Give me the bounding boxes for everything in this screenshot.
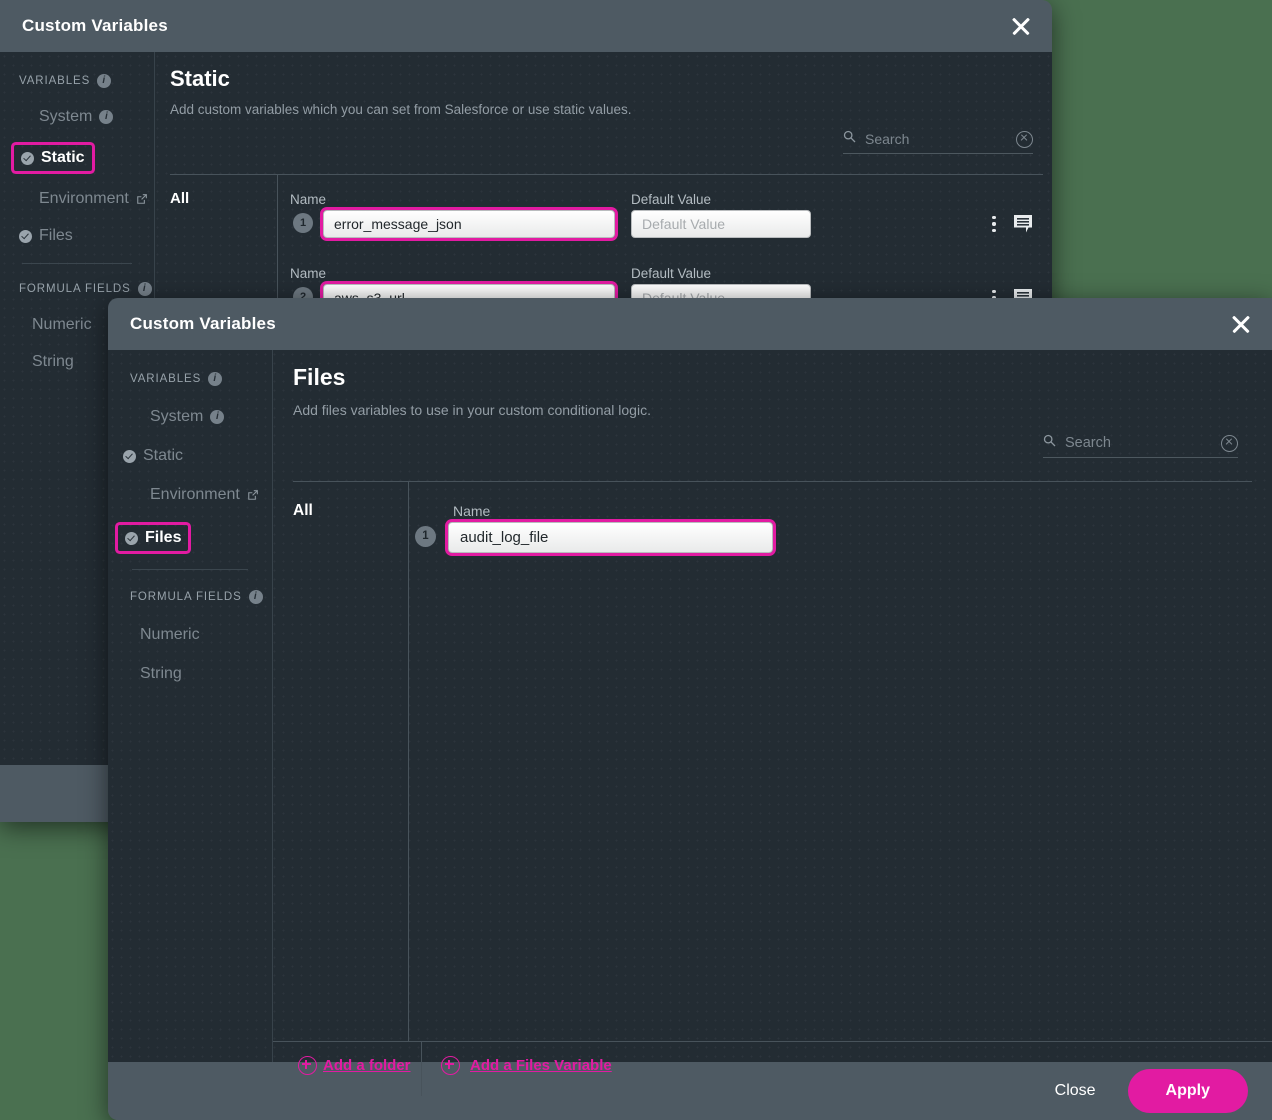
clear-search-icon[interactable]: [1016, 131, 1033, 148]
sidebar-group-variables: VARIABLES i: [108, 372, 272, 386]
sidebar-item-label: Environment: [150, 486, 240, 504]
column-all-label: All: [293, 502, 313, 520]
sidebar-item-label: String: [140, 665, 182, 683]
actions-rule: [273, 1041, 1272, 1042]
sidebar-item-label: Numeric: [140, 626, 200, 644]
pane-subtitle: Add custom variables which you can set f…: [170, 102, 631, 117]
search-placeholder: Search: [865, 131, 1007, 147]
variable-name-input[interactable]: audit_log_file: [448, 522, 773, 553]
info-icon[interactable]: i: [99, 110, 113, 124]
row-index-badge: 1: [415, 526, 436, 547]
header-rule: [293, 481, 1252, 482]
dialog1-titlebar: Custom Variables: [0, 0, 1052, 52]
dialog2-footer: Close Apply: [108, 1062, 1272, 1120]
check-icon: [125, 532, 138, 545]
apply-button[interactable]: Apply: [1128, 1069, 1248, 1113]
info-icon[interactable]: i: [208, 372, 222, 386]
close-icon[interactable]: [1008, 13, 1034, 39]
row-more-options-icon[interactable]: [985, 212, 1003, 236]
column-all-label: All: [170, 190, 189, 207]
sidebar-item-files[interactable]: Files: [0, 227, 154, 245]
info-icon[interactable]: i: [97, 74, 111, 88]
search-icon: [1043, 434, 1056, 452]
name-column-label: Name: [453, 503, 490, 519]
sidebar-item-static[interactable]: Static: [14, 145, 92, 171]
check-placeholder: [130, 411, 143, 424]
check-placeholder: [130, 489, 143, 502]
pane-subtitle: Add files variables to use in your custo…: [293, 402, 651, 418]
sidebar-item-label: Numeric: [32, 316, 92, 334]
dialog1-title: Custom Variables: [22, 16, 168, 36]
external-link-icon: [136, 193, 148, 205]
search-placeholder: Search: [1065, 435, 1212, 451]
info-icon[interactable]: i: [249, 590, 263, 604]
add-folder-button[interactable]: Add a folder: [298, 1056, 411, 1075]
sidebar-item-label: System: [150, 408, 203, 426]
search-field[interactable]: Search: [843, 130, 1033, 154]
clear-search-icon[interactable]: [1221, 435, 1238, 452]
sidebar-item-label: Files: [145, 529, 181, 547]
sidebar-item-label: System: [39, 108, 92, 126]
sidebar-item-label: Environment: [39, 190, 129, 208]
search-field[interactable]: Search: [1043, 434, 1238, 458]
sidebar-item-label: Static: [143, 447, 183, 465]
sidebar-item-label: Static: [41, 149, 85, 167]
pane-title: Files: [293, 364, 345, 391]
sidebar-group-formula-fields: FORMULA FIELDS i: [0, 282, 154, 296]
plus-circle-icon: [298, 1056, 317, 1075]
check-icon: [19, 230, 32, 243]
pane-title: Static: [170, 66, 230, 92]
sidebar-item-files[interactable]: Files: [118, 525, 188, 551]
info-icon[interactable]: i: [210, 410, 224, 424]
sidebar-group-variables: VARIABLES i: [0, 74, 154, 88]
actions-divider: [421, 1041, 422, 1096]
dialog1-footer-strip: [0, 765, 108, 822]
variable-name-input[interactable]: error_message_json: [323, 210, 615, 238]
dialog2-main: Files Add files variables to use in your…: [273, 350, 1272, 1062]
sidebar-divider: [132, 569, 248, 570]
close-icon[interactable]: [1228, 311, 1254, 337]
default-value-column-label: Default Value: [631, 266, 711, 281]
header-rule: [170, 174, 1043, 175]
sidebar-item-environment[interactable]: Environment: [108, 486, 272, 504]
plus-circle-icon: [441, 1056, 460, 1075]
dialog2-body: VARIABLES i System i Static Environment: [108, 350, 1272, 1062]
column-divider: [408, 481, 409, 1041]
sidebar-item-label: String: [32, 353, 74, 371]
dialog2-titlebar: Custom Variables: [108, 298, 1272, 350]
dialog2-title: Custom Variables: [130, 314, 276, 334]
dialog2-sidebar: VARIABLES i System i Static Environment: [108, 350, 273, 1062]
comment-icon[interactable]: [1013, 214, 1035, 239]
sidebar-item-system[interactable]: System i: [108, 408, 272, 426]
check-placeholder: [19, 193, 32, 206]
add-files-variable-label: Add a Files Variable: [470, 1057, 612, 1074]
check-icon: [123, 450, 136, 463]
add-files-variable-button[interactable]: Add a Files Variable: [441, 1056, 612, 1075]
sidebar-item-label: Files: [39, 227, 73, 245]
sidebar-item-system[interactable]: System i: [0, 108, 154, 126]
check-placeholder: [19, 111, 32, 124]
check-icon: [21, 152, 34, 165]
sidebar-item-string[interactable]: String: [108, 665, 272, 683]
default-value-input[interactable]: Default Value: [631, 210, 811, 238]
search-icon: [843, 130, 856, 148]
row-index-badge: 1: [293, 213, 313, 233]
external-link-icon: [247, 489, 259, 501]
sidebar-item-environment[interactable]: Environment: [0, 190, 154, 208]
sidebar-item-numeric[interactable]: Numeric: [108, 626, 272, 644]
name-column-label: Name: [290, 266, 326, 281]
default-value-column-label: Default Value: [631, 192, 711, 207]
info-icon[interactable]: i: [138, 282, 152, 296]
sidebar-divider: [22, 263, 132, 264]
name-column-label: Name: [290, 192, 326, 207]
custom-variables-dialog: Custom Variables VARIABLES i System i St…: [108, 298, 1272, 1120]
sidebar-group-formula-fields: FORMULA FIELDS i: [108, 590, 272, 604]
sidebar-item-static[interactable]: Static: [108, 447, 272, 465]
add-folder-label: Add a folder: [323, 1057, 411, 1074]
close-button[interactable]: Close: [1045, 1076, 1106, 1106]
